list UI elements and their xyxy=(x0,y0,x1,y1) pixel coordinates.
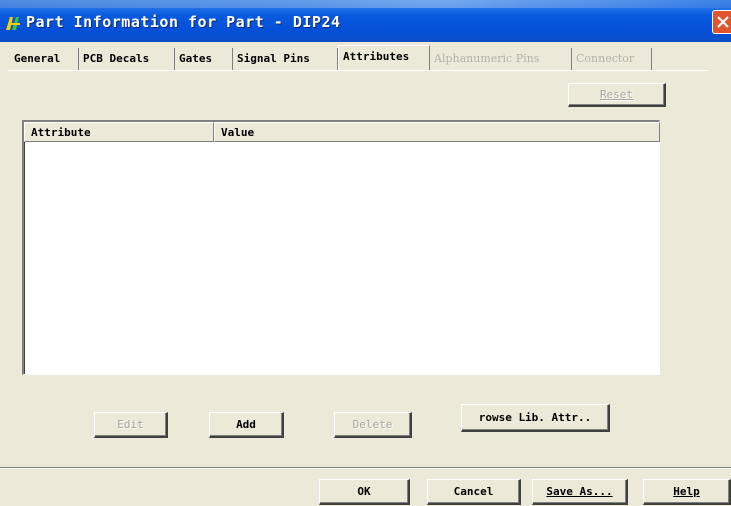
cancel-button[interactable]: Cancel xyxy=(427,479,521,505)
tab-signal-pins[interactable]: Signal Pins xyxy=(233,48,338,70)
tab-underline xyxy=(8,70,708,71)
delete-button[interactable]: Delete xyxy=(334,412,412,438)
add-button[interactable]: Add xyxy=(209,412,284,438)
close-icon xyxy=(717,16,729,28)
title-bar-strip xyxy=(0,0,731,8)
close-button[interactable] xyxy=(712,10,731,34)
window-title: Part Information for Part - DIP24 xyxy=(26,13,341,31)
tab-connector[interactable]: Connector xyxy=(572,48,652,70)
save-as-label: Save As... xyxy=(546,485,613,498)
title-bar[interactable]: Part Information for Part - DIP24 xyxy=(0,0,731,42)
column-header-attribute[interactable]: Attribute xyxy=(24,122,214,142)
tab-attributes[interactable]: Attributes xyxy=(338,45,430,70)
list-header: Attribute Value xyxy=(24,122,660,142)
tab-alphanumeric-pins[interactable]: Alphanumeric Pins xyxy=(430,48,572,70)
bottom-separator xyxy=(0,467,731,469)
padslogic-icon[interactable] xyxy=(4,14,24,34)
ok-button[interactable]: OK xyxy=(319,479,410,505)
browse-lib-attr-button[interactable]: rowse Lib. Attr.. xyxy=(461,404,610,432)
reset-button[interactable]: Reset xyxy=(568,83,666,107)
help-button[interactable]: Help xyxy=(643,479,731,505)
tab-pcb-decals[interactable]: PCB Decals xyxy=(79,48,175,70)
tab-general[interactable]: General xyxy=(10,48,79,70)
help-label: Help xyxy=(673,485,700,498)
attribute-list[interactable]: Attribute Value xyxy=(22,120,660,375)
reset-label: Reset xyxy=(599,88,634,101)
save-as-button[interactable]: Save As... xyxy=(532,479,628,505)
tab-gates[interactable]: Gates xyxy=(175,48,233,70)
edit-button[interactable]: Edit xyxy=(94,412,168,438)
column-header-value[interactable]: Value xyxy=(214,122,660,142)
